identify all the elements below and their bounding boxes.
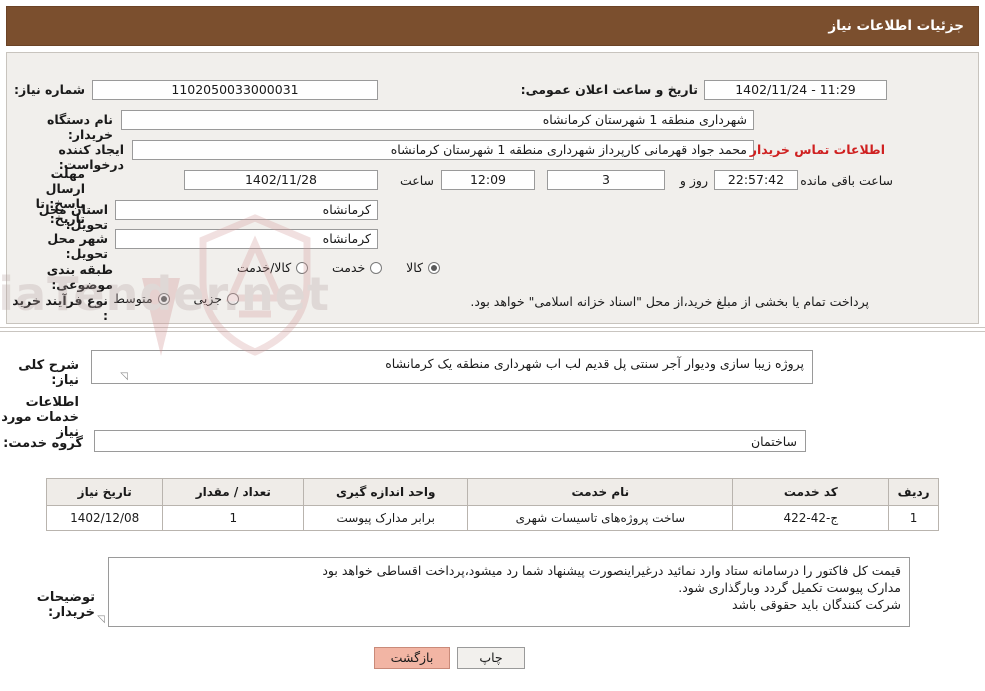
remaining-days-value: 3 [547, 170, 665, 190]
radio-icon[interactable] [428, 261, 440, 274]
table-row: 1 ج-42-422 ساخت پروژه‌های تاسیسات شهری ب… [45, 505, 939, 531]
purchase-option-motavaset[interactable]: متوسط [113, 291, 170, 306]
th-unit: واحد اندازه گیری [303, 478, 469, 506]
cell-code: ج-42-422 [732, 505, 890, 531]
buyer-contact-link[interactable]: اطلاعات تماس خریدار [750, 142, 885, 157]
buyer-org-value: شهرداری منطقه 1 شهرستان کرمانشاه [121, 110, 754, 130]
buyer-notes-textarea[interactable]: قیمت کل فاکتور را درسامانه ستاد وارد نما… [108, 557, 910, 627]
category-option-label: کالا [406, 260, 423, 275]
need-number-label: شماره نیاز: [14, 82, 85, 97]
radio-icon[interactable] [227, 292, 239, 305]
buyer-note-line: شرکت کنندگان باید حقوقی باشد [731, 597, 901, 612]
province-value: کرمانشاه [115, 200, 378, 220]
category-option-kala[interactable]: کالا [406, 260, 440, 275]
cell-qty: 1 [162, 505, 305, 531]
category-option-label: خدمت [332, 260, 366, 275]
general-desc-textarea[interactable]: پروژه زیبا سازی ودیوار آجر سنتی پل قدیم … [91, 350, 813, 384]
service-group-label: گروه خدمت: [3, 436, 83, 451]
category-option-label: کالا/خدمت [236, 260, 292, 275]
divider-top [0, 327, 985, 328]
deadline-hour-value: 12:09 [441, 170, 535, 190]
divider-top-2 [0, 331, 985, 332]
cell-row: 1 [888, 505, 939, 531]
purchase-option-jozii[interactable]: جزیی [193, 291, 239, 306]
category-option-kala-khedmat[interactable]: کالا/خدمت [236, 260, 309, 275]
cell-date: 1402/12/08 [45, 505, 164, 531]
deadline-date-value: 1402/11/28 [184, 170, 378, 190]
purchase-type-radio-group[interactable]: جزیی متوسط [113, 291, 259, 306]
province-label: استان محل تحویل: [38, 202, 108, 232]
purchase-type-label: نوع فرآیند خرید : [12, 293, 108, 323]
city-label: شهر محل تحویل: [47, 231, 108, 261]
th-date: تاریخ نیاز [45, 478, 164, 506]
table-header-row: ردیف کد خدمت نام خدمت واحد اندازه گیری ت… [45, 478, 939, 506]
services-heading: اطلاعات خدمات مورد نیاز [1, 395, 79, 440]
th-qty: تعداد / مقدار [162, 478, 305, 506]
category-label: طبقه بندی موضوعی: [46, 262, 113, 292]
city-value: کرمانشاه [115, 229, 378, 249]
resize-grip-icon[interactable]: ◹ [118, 372, 128, 382]
radio-icon[interactable] [157, 292, 170, 305]
back-button[interactable]: بازگشت [374, 647, 450, 669]
purchase-option-label: متوسط [113, 291, 153, 306]
purchase-note: پرداخت تمام یا بخشی از مبلغ خرید،از محل … [470, 294, 869, 309]
category-option-khedmat[interactable]: خدمت [332, 260, 383, 275]
page-root: جزئیات اطلاعات نیاز شماره نیاز: 11020500… [0, 0, 985, 691]
radio-icon[interactable] [370, 261, 383, 274]
header-bar: جزئیات اطلاعات نیاز [6, 6, 979, 46]
announce-datetime-value: 11:29 - 1402/11/24 [704, 80, 887, 100]
need-number-value: 1102050033000031 [92, 80, 378, 100]
announce-datetime-label: تاریخ و ساعت اعلان عمومی: [520, 82, 698, 97]
services-table: ردیف کد خدمت نام خدمت واحد اندازه گیری ت… [45, 478, 939, 531]
remaining-time-value: 22:57:42 [714, 170, 798, 190]
cell-name: ساخت پروژه‌های تاسیسات شهری [467, 505, 734, 531]
buyer-note-line: قیمت کل فاکتور را درسامانه ستاد وارد نما… [322, 563, 901, 578]
service-group-value: ساختمان [94, 430, 806, 452]
th-name: نام خدمت [467, 478, 734, 506]
buyer-notes-label: توضیحات خریدار: [36, 590, 95, 620]
purchase-option-label: جزیی [193, 291, 222, 306]
buyer-note-line: مدارک پیوست تکمیل گردد وبارگذاری شود. [678, 580, 901, 595]
category-radio-group[interactable]: کالا خدمت کالا/خدمت [237, 260, 460, 275]
page-title: جزئیات اطلاعات نیاز [828, 18, 964, 34]
requester-value: محمد جواد قهرمانی کارپرداز شهرداری منطقه… [132, 140, 754, 160]
th-row: ردیف [888, 478, 939, 506]
remaining-time-suffix: ساعت باقی مانده [800, 173, 893, 188]
remaining-days-suffix: روز و [679, 173, 708, 188]
th-code: کد خدمت [732, 478, 890, 506]
print-button[interactable]: چاپ [457, 647, 525, 669]
cell-unit: برابر مدارک پیوست [303, 505, 469, 531]
general-desc-label: شرح کلی نیاز: [18, 358, 79, 388]
buyer-org-label: نام دستگاه خریدار: [46, 112, 113, 142]
resize-grip-icon[interactable]: ◹ [95, 615, 105, 625]
radio-icon[interactable] [296, 261, 309, 274]
deadline-hour-label: ساعت [399, 173, 434, 188]
